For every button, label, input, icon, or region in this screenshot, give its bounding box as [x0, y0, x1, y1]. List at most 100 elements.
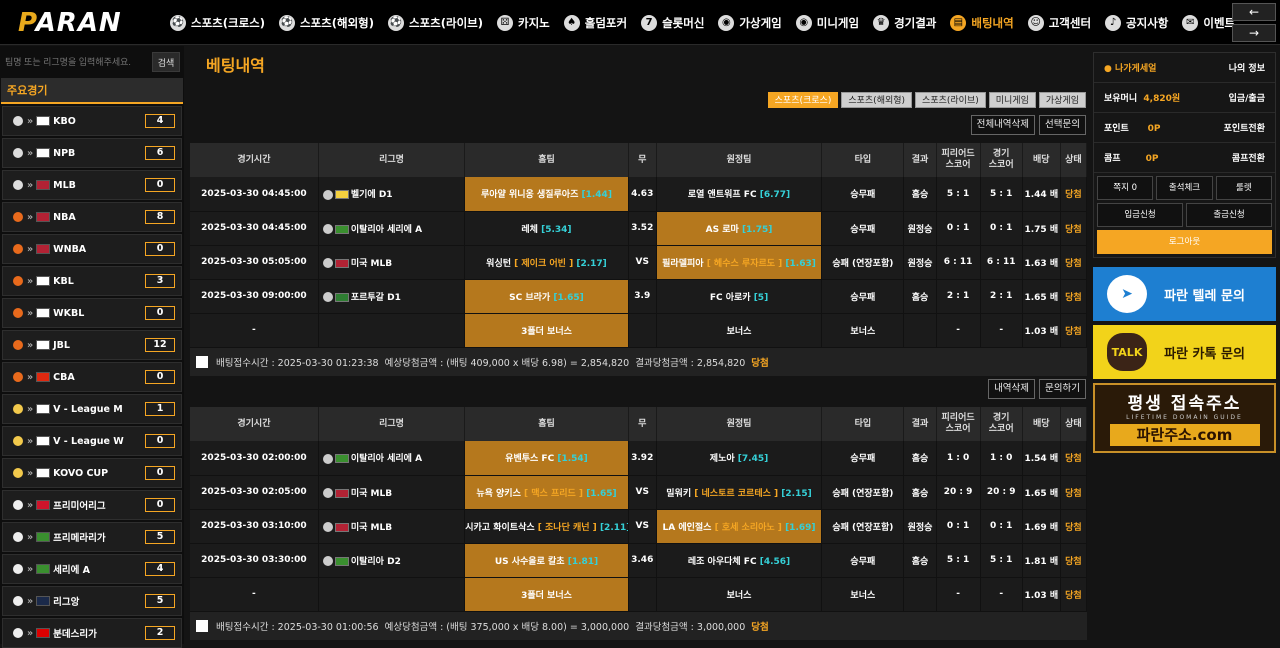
league-item[interactable]: » 프리미어리그 0 [2, 490, 182, 520]
nav-item-11[interactable]: ♪ 공지사항 [1105, 14, 1168, 31]
chevron-double-right-icon: » [27, 403, 34, 415]
game-score: - [980, 577, 1023, 612]
my-info-link[interactable]: 나의 정보 [1229, 61, 1265, 74]
nav-item-3[interactable]: ⚄ 카지노 [497, 14, 550, 31]
league-item[interactable]: » KBO 4 [2, 106, 182, 136]
match-time: 2025-03-30 05:05:00 [190, 245, 319, 280]
bet-type: 승패 (연장포함) [821, 509, 905, 544]
filter-tab-3[interactable]: 미니게임 [988, 92, 1036, 108]
league-item[interactable]: » V - League M 1 [2, 394, 182, 424]
top-actions: 전체내역삭제 선택문의 [970, 115, 1086, 135]
league-count: 6 [145, 146, 175, 160]
league-item[interactable]: » MLB 0 [2, 170, 182, 200]
bet-type: 보너스 [821, 313, 905, 348]
home-team: 뉴욕 양키스 [ 맥스 프리드 ] [1.65] [464, 475, 629, 510]
delete-history-button[interactable]: 내역삭제 [988, 379, 1036, 399]
game-score: 1 : 0 [980, 441, 1023, 476]
telegram-inquiry-banner[interactable]: ➤ 파란 텔레 문의 [1093, 267, 1276, 321]
league-name: NBA [53, 211, 76, 223]
league-item[interactable]: » 세리에 A 4 [2, 554, 182, 584]
draw-odds: 3.46 [628, 543, 657, 578]
withdraw-request-button[interactable]: 출금신청 [1186, 203, 1272, 227]
league-item[interactable]: » NBA 8 [2, 202, 182, 232]
result: 원정승 [903, 509, 937, 544]
inquire-button[interactable]: 문의하기 [1039, 379, 1086, 399]
select-checkbox[interactable] [196, 356, 208, 368]
nav-item-5[interactable]: 7 슬롯머신 [641, 14, 704, 31]
column-header: 리그명 [318, 407, 466, 441]
arrow-right-button[interactable]: → [1232, 24, 1276, 42]
league-item[interactable]: » 리그앙 5 [2, 586, 182, 616]
league-name: 프리미어리그 [53, 501, 106, 512]
league-cell: 이탈리아 세리에 A [318, 211, 466, 246]
league-item[interactable]: » NPB 6 [2, 138, 182, 168]
nav-item-10[interactable]: ☺ 고객센터 [1027, 14, 1091, 31]
league-count: 1 [145, 402, 175, 416]
status: 당첨 [1060, 211, 1088, 246]
inquire-selected-button[interactable]: 선택문의 [1039, 115, 1086, 135]
bet-type: 승무패 [821, 177, 905, 212]
flag-icon [36, 372, 51, 382]
status: 당첨 [1060, 279, 1088, 314]
column-header: 리그명 [318, 143, 466, 177]
league-item[interactable]: » KOVO CUP 0 [2, 458, 182, 488]
filter-tab-2[interactable]: 스포츠(라이브) [915, 92, 986, 108]
nav-item-0[interactable]: ⚽ 스포츠(크로스) [170, 14, 265, 31]
attendance-button[interactable]: 출석체크 [1156, 176, 1213, 200]
nav-item-4[interactable]: ♠ 홀덤포커 [563, 14, 627, 31]
league-name: KBL [53, 275, 74, 287]
comp: 콤프 0P [1104, 154, 1159, 164]
league-item[interactable]: » JBL 12 [2, 330, 182, 360]
chevron-double-right-icon: » [27, 115, 34, 127]
roulette-button[interactable]: 룰렛 [1215, 176, 1272, 200]
filter-tab-1[interactable]: 스포츠(해외형) [841, 92, 913, 108]
league-item[interactable]: » CBA 0 [2, 362, 182, 392]
sport-icon [13, 596, 23, 606]
lifetime-domain-banner[interactable]: 평생 접속주소 LIFETIME DOMAIN GUIDE 파란주소.com [1093, 383, 1276, 453]
nav-icon: ⚽ [388, 14, 404, 31]
chevron-double-right-icon: » [27, 627, 34, 639]
nav-item-7[interactable]: ◉ 미니게임 [795, 14, 859, 31]
league-item[interactable]: » KBL 3 [2, 266, 182, 296]
league-item[interactable]: » WKBL 0 [2, 298, 182, 328]
sport-icon [13, 148, 23, 158]
logout-button[interactable]: 로그아웃 [1097, 230, 1272, 254]
draw-odds: VS [628, 245, 657, 280]
deposit-withdraw-link[interactable]: 입금/출금 [1229, 91, 1265, 104]
search-input[interactable] [4, 51, 146, 73]
nav-item-9[interactable]: ▤ 배팅내역 [950, 14, 1014, 31]
chevron-double-right-icon: » [27, 595, 34, 607]
point-convert-link[interactable]: 포인트전환 [1224, 121, 1265, 134]
home-team: SC 브라가 [1.65] [464, 279, 629, 314]
nav-item-8[interactable]: ♛ 경기결과 [873, 14, 936, 31]
nav-icon: ♛ [873, 14, 890, 31]
top-navigation-bar: PARAN ⚽ 스포츠(크로스) ⚽ 스포츠(해외형) ⚽ 스포츠(라이브) ⚄ 카지노 ♠ 홀덤… [0, 0, 1280, 45]
league-item[interactable]: » 프리메라리가 5 [2, 522, 182, 552]
delete-all-history-button[interactable]: 전체내역삭제 [970, 115, 1036, 135]
bet-type: 승무패 [821, 211, 905, 246]
status: 당첨 [1060, 245, 1088, 280]
paran-logo[interactable]: PARAN [18, 8, 122, 38]
message-button[interactable]: 쪽지 0 [1097, 176, 1154, 200]
nav-item-12[interactable]: ✉ 이벤트 [1182, 14, 1235, 31]
comp-convert-link[interactable]: 콤프전환 [1232, 151, 1265, 164]
league-cell: 포르투갈 D1 [318, 279, 466, 314]
league-item[interactable]: » WNBA 0 [2, 234, 182, 264]
nav-item-1[interactable]: ⚽ 스포츠(해외형) [279, 14, 374, 31]
result: 홈승 [903, 441, 937, 476]
kakao-inquiry-banner[interactable]: TALK 파란 카톡 문의 [1093, 325, 1276, 379]
league-name: V - League W [53, 435, 124, 447]
filter-tab-4[interactable]: 가상게임 [1038, 92, 1086, 108]
status: 당첨 [1060, 441, 1088, 476]
select-checkbox[interactable] [196, 620, 208, 632]
nav-item-6[interactable]: ◉ 가상게임 [718, 14, 782, 31]
arrow-left-button[interactable]: ← [1232, 3, 1276, 21]
bet-type: 보너스 [821, 577, 905, 612]
league-item[interactable]: » V - League W 0 [2, 426, 182, 456]
draw-odds: VS [628, 509, 657, 544]
slip-actions: 내역삭제 문의하기 [988, 379, 1086, 399]
search-button[interactable]: 검색 [152, 52, 180, 72]
deposit-request-button[interactable]: 입금신청 [1097, 203, 1183, 227]
nav-item-2[interactable]: ⚽ 스포츠(라이브) [388, 14, 483, 31]
filter-tab-0[interactable]: 스포츠(크로스) [767, 92, 839, 108]
